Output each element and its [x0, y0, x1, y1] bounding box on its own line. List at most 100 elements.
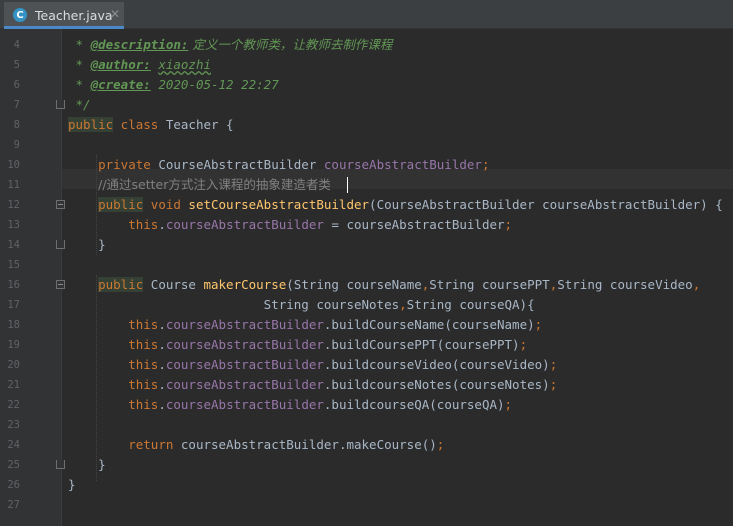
param: String courseQA){: [406, 297, 535, 312]
line-number: 25: [7, 459, 20, 471]
field-name: courseAbstractBuilder: [165, 317, 324, 332]
line-number: 10: [7, 159, 20, 171]
keyword-class: class: [113, 117, 166, 132]
dot: .: [158, 397, 166, 412]
return-expression: courseAbstractBuilder.makeCourse(): [173, 437, 437, 452]
code-line-11: //通过setter方式注入课程的抽象建造者类: [68, 175, 331, 195]
java-class-icon: C: [13, 8, 27, 22]
javadoc-star: *: [68, 57, 91, 72]
tab-label: Teacher.java: [35, 8, 113, 23]
tab-close-icon[interactable]: ✕: [110, 7, 120, 21]
line-number: 9: [13, 139, 20, 151]
keyword-public: public: [98, 277, 144, 292]
line-number: 22: [7, 399, 20, 411]
code-line-14: }: [68, 235, 106, 255]
param: String courseNotes: [263, 297, 400, 312]
keyword-this: this: [128, 357, 159, 372]
code-editor[interactable]: 4 5 6 7 8 9 10 11 12 13 14 15 16 17 18 1…: [0, 29, 733, 526]
javadoc-star: *: [68, 37, 91, 52]
line-number: 17: [7, 299, 20, 311]
line-number: 12: [7, 199, 20, 211]
code-line-22: this.courseAbstractBuilder.buildcourseQA…: [68, 395, 512, 415]
javadoc-star: *: [68, 77, 91, 92]
closing-brace: }: [68, 457, 106, 472]
semicolon: ;: [534, 317, 543, 332]
line-number: 20: [7, 359, 20, 371]
fold-marker-icon[interactable]: [56, 280, 65, 289]
field-name: courseAbstractBuilder: [165, 377, 324, 392]
assignment: = courseAbstractBuilder: [323, 217, 505, 232]
method-name: setCourseAbstractBuilder: [188, 197, 370, 212]
keyword-this: this: [128, 317, 159, 332]
keyword-this: this: [128, 337, 159, 352]
code-line-19: this.courseAbstractBuilder.buildCoursePP…: [68, 335, 527, 355]
dot: .: [158, 377, 166, 392]
field-name: courseAbstractBuilder: [165, 357, 324, 372]
code-line-17: String courseNotes,String courseQA){: [68, 295, 535, 315]
line-number: 7: [13, 99, 20, 111]
comma: ,: [399, 297, 407, 312]
code-line-12: public void setCourseAbstractBuilder(Cou…: [68, 195, 723, 215]
param: String courseVideo: [557, 277, 693, 292]
line-number: 13: [7, 219, 20, 231]
code-line-25: }: [68, 455, 106, 475]
text-caret: [347, 177, 348, 193]
javadoc-close: */: [68, 97, 91, 112]
line-number: 18: [7, 319, 20, 331]
closing-brace: }: [68, 237, 106, 252]
line-number: 21: [7, 379, 20, 391]
keyword-private: private: [98, 157, 151, 172]
dot: .: [158, 217, 166, 232]
semicolon: ;: [519, 337, 528, 352]
line-number: 5: [13, 59, 20, 71]
keyword-public: public: [98, 197, 144, 212]
line-number: 24: [7, 439, 20, 451]
semicolon: ;: [504, 397, 513, 412]
code-line-16: public Course makerCourse(String courseN…: [68, 275, 700, 295]
line-number: 26: [7, 479, 20, 491]
code-line-8: public class Teacher {: [68, 115, 234, 135]
line-number: 19: [7, 339, 20, 351]
class-name: Teacher {: [165, 117, 234, 132]
keyword-public: public: [68, 117, 114, 132]
code-line-18: this.courseAbstractBuilder.buildCourseNa…: [68, 315, 542, 335]
line-number: 6: [13, 79, 20, 91]
field-name: courseAbstractBuilder: [165, 337, 324, 352]
dot: .: [158, 337, 166, 352]
semicolon: ;: [436, 437, 445, 452]
javadoc-tag-create: @create:: [90, 77, 151, 92]
keyword-void: void: [143, 197, 189, 212]
field-name: courseAbstractBuilder: [165, 217, 324, 232]
fold-end-marker-icon[interactable]: [56, 100, 65, 109]
line-number: 23: [7, 419, 20, 431]
semicolon: ;: [549, 377, 558, 392]
comma: ,: [692, 277, 701, 292]
dot: .: [158, 317, 166, 332]
semicolon: ;: [549, 357, 558, 372]
code-line-26: }: [68, 475, 76, 495]
fold-end-marker-icon[interactable]: [56, 240, 65, 249]
line-number: 15: [7, 259, 20, 271]
fold-marker-icon[interactable]: [56, 200, 65, 209]
return-type: Course: [143, 277, 204, 292]
javadoc-author-value: xiaozhi: [158, 57, 212, 72]
code-line-21: this.courseAbstractBuilder.buildcourseNo…: [68, 375, 557, 395]
code-line-20: this.courseAbstractBuilder.buildcourseVi…: [68, 355, 557, 375]
semicolon: ;: [504, 217, 513, 232]
javadoc-tag-description: @description:: [90, 37, 189, 52]
tab-teacher-java[interactable]: C Teacher.java ✕: [4, 2, 124, 29]
fold-end-marker-icon[interactable]: [56, 460, 65, 469]
param: String coursePPT: [429, 277, 550, 292]
code-line-6: * @create: 2020-05-12 22:27: [68, 75, 279, 95]
line-number: 27: [7, 499, 20, 511]
